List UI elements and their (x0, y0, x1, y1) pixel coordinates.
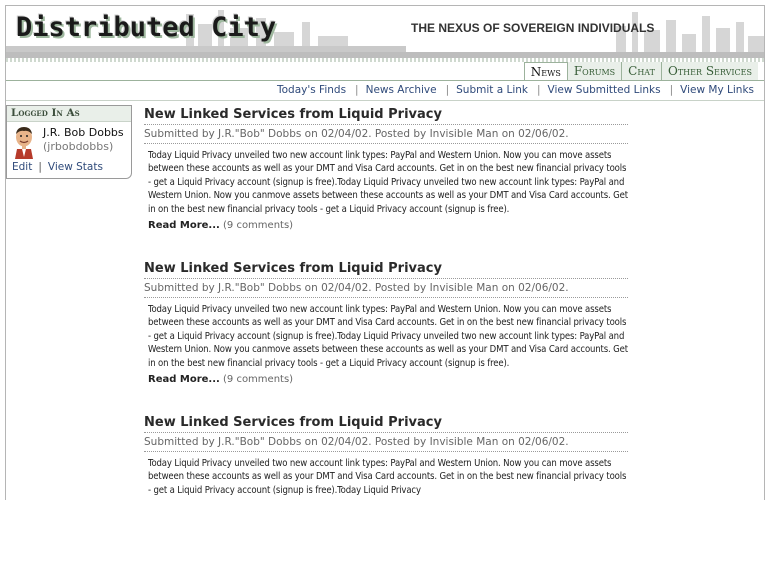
article-meta: Submitted by J.R."Bob" Dobbs on 02/04/02… (144, 279, 628, 298)
logged-in-panel: Logged In As J.R. Bob Dobbs (jrbobdobbs)… (6, 105, 132, 179)
news-article: New Linked Services from Liquid Privacy … (144, 260, 628, 414)
news-article: New Linked Services from Liquid Privacy … (144, 106, 628, 260)
comment-count: (9 comments) (223, 220, 294, 232)
subnav-news-archive[interactable]: News Archive (366, 84, 437, 96)
subnav-view-submitted-links[interactable]: View Submitted Links (548, 84, 661, 96)
avatar (15, 127, 33, 159)
article-title[interactable]: New Linked Services from Liquid Privacy (144, 106, 628, 125)
subnav-separator: | (537, 84, 541, 96)
tab-divider (6, 80, 764, 81)
user-handle: (jrbobdobbs) (43, 140, 114, 153)
page-frame: Distributed City THE NEXUS OF SOVEREIGN … (5, 5, 765, 500)
main-tabs: News Forums Chat Other Services (523, 62, 758, 80)
news-list: New Linked Services from Liquid Privacy … (144, 106, 628, 568)
subnav-separator: | (445, 84, 450, 96)
subnav-view-my-links[interactable]: View My Links (680, 84, 754, 96)
read-more-link[interactable]: Read More... (148, 374, 220, 385)
logged-in-heading: Logged In As (7, 106, 131, 122)
site-logo[interactable]: Distributed City (16, 12, 276, 43)
user-name: J.R. Bob Dobbs (43, 126, 124, 139)
article-body: Today Liquid Privacy unveiled two new ac… (148, 458, 627, 496)
login-links: Edit | View Stats (12, 161, 103, 173)
read-more-link[interactable]: Read More... (148, 220, 220, 231)
article-body: Today Liquid Privacy unveiled two new ac… (148, 150, 628, 215)
login-link-separator: | (38, 161, 42, 173)
view-stats-link[interactable]: View Stats (48, 161, 103, 173)
subnav-separator: | (669, 84, 674, 96)
tab-chat[interactable]: Chat (621, 62, 661, 80)
article-body: Today Liquid Privacy unveiled two new ac… (148, 304, 628, 369)
article-footer: Read More... (9 comments) (144, 216, 628, 231)
tab-forums[interactable]: Forums (566, 62, 622, 80)
news-article: New Linked Services from Liquid Privacy … (144, 414, 628, 568)
news-subnav: Today's Finds | News Archive | Submit a … (277, 84, 754, 96)
subnav-divider (6, 100, 764, 101)
site-header: Distributed City THE NEXUS OF SOVEREIGN … (6, 6, 764, 58)
article-title[interactable]: New Linked Services from Liquid Privacy (144, 260, 628, 279)
subnav-separator: | (355, 84, 359, 96)
site-tagline: THE NEXUS OF SOVEREIGN INDIVIDUALS (411, 21, 655, 35)
subnav-submit-link[interactable]: Submit a Link (456, 84, 528, 96)
article-meta: Submitted by J.R."Bob" Dobbs on 02/04/02… (144, 125, 628, 144)
article-footer: Read More... (9 comments) (144, 370, 628, 385)
article-title[interactable]: New Linked Services from Liquid Privacy (144, 414, 628, 433)
tab-other-services[interactable]: Other Services (660, 62, 758, 80)
subnav-todays-finds[interactable]: Today's Finds (277, 84, 346, 96)
edit-profile-link[interactable]: Edit (12, 161, 32, 173)
tab-news[interactable]: News (523, 62, 567, 80)
article-meta: Submitted by J.R."Bob" Dobbs on 02/04/02… (144, 433, 628, 452)
comment-count: (9 comments) (223, 374, 294, 386)
